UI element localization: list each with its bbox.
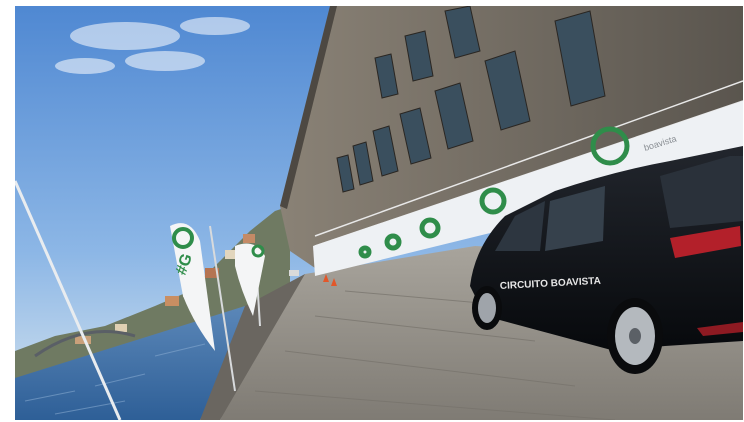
car-wheel-front [472,286,502,330]
distant-car [289,270,299,276]
street-photo: boavista #G CIRCUITO BOAVISTA [15,6,743,420]
car-wheel-rear [607,298,663,374]
photo-scene: boavista #G CIRCUITO BOAVISTA [15,6,743,420]
